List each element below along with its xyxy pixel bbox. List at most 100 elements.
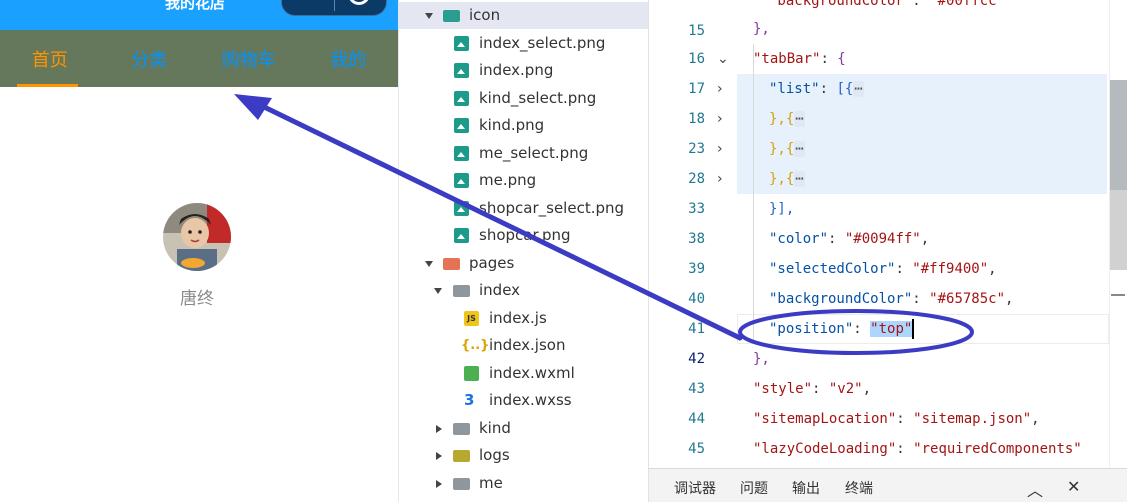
json-key: "selectedColor" [769, 261, 896, 277]
tree-item-file[interactable]: index.wxml [399, 360, 649, 387]
code-editor[interactable]: 15 "backgroundColor": "#00ffcc" 16 }, 17… [648, 0, 1127, 468]
code-line[interactable]: 38 }], [649, 194, 1127, 247]
tree-item-folder[interactable]: me [399, 470, 649, 497]
code-text: }, [753, 21, 770, 37]
code-line[interactable]: 46 "lazyCodeLoading": "requiredComponent… [649, 434, 1127, 464]
tab-home[interactable]: 首页 [0, 30, 100, 87]
exit-icon[interactable] [348, 0, 370, 5]
tree-item-label: index.png [479, 61, 554, 79]
code-line[interactable]: 18 › "list": [{⋯ [649, 74, 1127, 127]
json-value: "#ff9400" [912, 261, 989, 277]
avatar-photo [163, 203, 231, 271]
tree-item-label: logs [479, 446, 510, 464]
code-line[interactable]: 39 "color": "#0094ff", [649, 224, 1127, 277]
code-line[interactable]: 33 › },{⋯ [649, 164, 1127, 217]
tree-item-folder[interactable]: pages [399, 250, 649, 277]
folder-icon [453, 285, 470, 297]
json-value: "requiredComponents" [913, 441, 1082, 457]
chevron-right-icon[interactable]: › [717, 134, 723, 164]
chevron-right-icon[interactable]: › [717, 74, 723, 104]
tree-item-file[interactable]: kind.png [399, 112, 649, 139]
tree-item-label: me_select.png [479, 144, 589, 162]
code-line[interactable]: 17 ⌄ "tabBar": { [649, 44, 1127, 97]
colon: : [828, 231, 845, 247]
chevron-down-icon[interactable] [425, 261, 433, 267]
json-key: "position" [769, 321, 854, 337]
chevron-right-icon[interactable] [436, 425, 442, 433]
code-text: }], [769, 201, 795, 217]
comma: , [1031, 411, 1040, 427]
image-file-icon [454, 91, 469, 106]
json-key: "style" [753, 381, 813, 397]
json-key: "color" [769, 231, 829, 247]
chevron-up-icon[interactable]: ︿ [1027, 477, 1043, 501]
json-value: "sitemap.json" [913, 411, 1032, 427]
avatar[interactable] [163, 203, 231, 271]
capsule-menu[interactable]: • • • [281, 0, 387, 16]
code-line[interactable]: 44 "style": "v2", [649, 374, 1127, 427]
tree-item-folder[interactable]: index [399, 277, 649, 304]
tree-item-folder[interactable]: kind [399, 415, 649, 442]
code-line[interactable]: 16 }, [649, 14, 1127, 67]
tree-item-file[interactable]: me_select.png [399, 140, 649, 167]
chevron-down-icon[interactable]: ⌄ [717, 44, 729, 74]
chevron-down-icon[interactable] [434, 288, 442, 294]
code-line[interactable]: 43 }, [649, 344, 1127, 397]
folder-icon [453, 478, 470, 490]
code-line[interactable]: 23 › },{⋯ [649, 104, 1127, 157]
brace: { [837, 51, 846, 67]
chevron-right-icon[interactable] [436, 480, 442, 488]
chevron-right-icon[interactable]: › [717, 104, 723, 134]
tree-item-label: shopcar_select.png [479, 199, 625, 217]
tab-me[interactable]: 我的 [299, 30, 399, 87]
colon: : [896, 411, 914, 427]
pages-folder-icon [443, 258, 460, 270]
tree-item-file[interactable]: me.png [399, 167, 649, 194]
wxss-file-icon: 3 [464, 391, 475, 409]
brace: },{ [769, 141, 795, 157]
tree-item-file[interactable]: index.png [399, 57, 649, 84]
tab-category[interactable]: 分类 [100, 30, 200, 87]
tree-item-file[interactable]: {..} index.json [399, 332, 649, 359]
code-line[interactable]: 40 "selectedColor": "#ff9400", [649, 254, 1127, 307]
tab-problems[interactable]: 问题 [740, 478, 768, 498]
close-icon[interactable]: ✕ [1067, 477, 1080, 496]
chevron-down-icon[interactable] [425, 13, 433, 19]
tree-item-file[interactable]: shopcar_select.png [399, 195, 649, 222]
folded-ellipsis[interactable]: ⋯ [853, 81, 864, 97]
tab-debugger[interactable]: 调试器 [674, 478, 716, 498]
tree-item-file[interactable]: JS index.js [399, 305, 649, 332]
selected-value[interactable]: "top" [870, 321, 913, 337]
tree-item-label: index.wxml [489, 364, 575, 382]
image-file-icon [454, 36, 469, 51]
colon: : [812, 381, 829, 397]
logs-folder-icon [453, 450, 470, 462]
tree-item-file[interactable]: 3 index.wxss [399, 387, 649, 414]
code-line-active[interactable]: 42 "position": "top" [649, 314, 1127, 367]
json-key: "backgroundColor" [769, 291, 913, 307]
user-name: 唐终 [180, 289, 214, 309]
tree-item-folder[interactable]: logs [399, 442, 649, 469]
tree-item-label: pages [469, 254, 515, 272]
tab-terminal[interactable]: 终端 [845, 478, 873, 498]
tree-item-folder[interactable]: icon [399, 2, 649, 29]
comma: , [1005, 291, 1014, 307]
folded-ellipsis[interactable]: ⋯ [794, 141, 805, 157]
json-value: "v2" [828, 381, 863, 397]
image-file-icon [454, 173, 469, 188]
code-line[interactable]: 28 › },{⋯ [649, 134, 1127, 187]
code-line[interactable]: 45 "sitemapLocation": "sitemap.json", [649, 404, 1127, 457]
chevron-right-icon[interactable]: › [717, 164, 723, 194]
folded-ellipsis[interactable]: ⋯ [794, 111, 805, 127]
tree-item-file[interactable]: kind_select.png [399, 85, 649, 112]
chevron-right-icon[interactable] [436, 452, 442, 460]
tab-output[interactable]: 输出 [792, 478, 820, 498]
code-line[interactable]: 41 "backgroundColor": "#65785c", [649, 284, 1127, 337]
tree-item-label: shopcar.png [479, 226, 571, 244]
tree-item-file[interactable]: index_select.png [399, 30, 649, 57]
comma: , [988, 261, 997, 277]
bracket: [{ [836, 81, 854, 97]
tree-item-file[interactable]: shopcar.png [399, 222, 649, 249]
tab-cart[interactable]: 购物车 [199, 30, 299, 87]
folded-ellipsis[interactable]: ⋯ [794, 171, 805, 187]
